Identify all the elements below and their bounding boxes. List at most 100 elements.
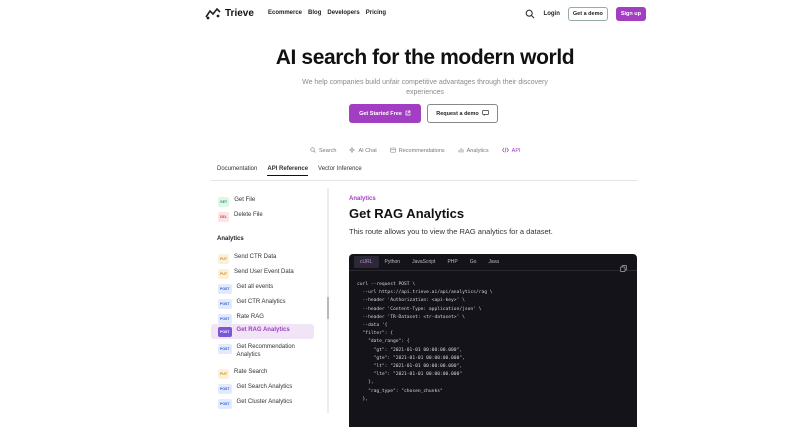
method-badge: POST [218,284,232,294]
sidebar-item-label: Get RAG Analytics [236,327,290,333]
method-badge: POST [218,344,232,354]
sidebar-item-get-cluster-analytics[interactable]: POST Get Cluster Analytics [211,396,314,411]
tab-vector-inference[interactable]: Vector Inference [318,166,362,176]
hero-subtitle: We help companies build unfair competiti… [302,79,548,96]
sidebar-item-send-user-event-data[interactable]: PUT Send User Event Data [211,266,314,281]
code-content[interactable]: curl --request POST \ --url https://api.… [349,271,637,414]
code-line: }, [357,396,369,402]
sidebar-item-label: Get Recommendation Analytics [236,344,295,358]
sidebar-section-analytics: Analytics [217,236,244,242]
sidebar-item-label: Get File [234,197,256,203]
copy-icon[interactable] [620,259,627,277]
code-tab-curl[interactable]: cURL [354,256,379,268]
sidebar-item-get-rag-analytics[interactable]: POST Get RAG Analytics [211,324,314,339]
nav-link-ecommerce[interactable]: Ecommerce [268,10,302,16]
get-started-label: Get Started Free [359,110,402,117]
method-badge: PUT [218,369,229,379]
code-tab-php[interactable]: PHP [441,256,463,268]
code-language-tabs: cURL Python JavaScript PHP Go Java [349,254,637,271]
box-icon [390,147,396,155]
sidebar-item-get-file[interactable]: GET Get File [211,194,314,209]
page-description: This route allows you to view the RAG an… [349,227,553,236]
chat-icon [481,109,489,118]
sidebar-item-label: Rate Search [234,369,268,375]
search-icon[interactable] [524,8,536,20]
code-line: "lt": "2021-01-01 00:00:00.000", [357,364,463,370]
api-sidebar: GET Get File DEL Delete File Analytics P… [211,188,331,427]
feature-tab-recommendations[interactable]: Recommendations [390,147,445,155]
sidebar-item-label: Rate RAG [236,314,264,320]
code-icon [501,147,509,155]
feature-tab-label: Analytics [466,148,489,154]
method-badge: POST [218,327,232,337]
feature-tab-search[interactable]: Search [310,147,336,155]
sidebar-item-get-recommendation-analytics[interactable]: POST Get Recommendation Analytics [211,341,311,361]
code-line: "rag_type": "chosen_chunks" [357,388,443,394]
code-line: --header 'Content-Type: application/json… [357,306,482,312]
code-line: curl --request POST \ [357,282,416,287]
sidebar-item-label: Get CTR Analytics [236,299,286,305]
method-badge: GET [218,197,230,207]
sidebar-item-send-ctr-data[interactable]: PUT Send CTR Data [211,251,314,266]
sidebar-item-label: Get Search Analytics [236,384,293,390]
chart-icon [458,147,464,155]
code-line: "lte": "2021-01-01 00:00:00.000" [357,372,463,378]
feature-tab-label: API [511,148,521,154]
tab-documentation[interactable]: Documentation [217,166,257,176]
code-line: "filter": { [357,331,393,337]
get-demo-button[interactable]: Get a demo [567,7,608,21]
trieve-logo-icon [205,7,221,20]
get-started-button[interactable]: Get Started Free [349,104,421,123]
code-tab-go[interactable]: Go [464,256,483,268]
feature-tab-label: Recommendations [398,148,445,154]
code-line: }, [357,380,374,386]
nav-links: Ecommerce Blog Developers Pricing [268,10,386,16]
nav-link-pricing[interactable]: Pricing [366,10,386,16]
nav-actions: Login Get a demo Sign up [524,7,646,21]
request-demo-label: Request a demo [436,110,479,117]
sidebar-item-label: Send User Event Data [234,269,294,275]
code-line: "gt": "2021-01-01 00:00:00.000", [357,347,463,353]
code-line: --header 'TR-Dataset: <tr-dataset>' \ [357,314,465,320]
sidebar-item-label: Get all events [236,284,274,290]
code-line: "gte": "2021-01-01 00:00:00.000", [357,355,465,361]
nav-link-blog[interactable]: Blog [308,10,321,16]
feature-tab-analytics[interactable]: Analytics [458,147,489,155]
top-nav: Trieve Ecommerce Blog Developers Pricing… [0,0,800,30]
code-line: --data '{ [357,323,388,329]
page-title: Get RAG Analytics [349,206,465,221]
code-tab-javascript[interactable]: JavaScript [406,256,441,268]
hero-title: AI search for the modern world [275,46,575,69]
sidebar-item-label: Get Cluster Analytics [236,399,293,405]
code-line: --header 'Authorization: <api-key>' \ [357,298,465,304]
main-content: Analytics Get RAG Analytics This route a… [349,196,637,236]
search-icon [310,147,316,155]
external-link-icon [405,110,411,118]
sparkle-icon [348,146,356,155]
divider [211,180,638,181]
sidebar-item-rate-search[interactable]: PUT Rate Search [211,366,314,381]
sidebar-item-delete-file[interactable]: DEL Delete File [211,209,314,224]
method-badge: POST [218,314,232,324]
request-demo-button[interactable]: Request a demo [427,104,498,123]
method-badge: PUT [218,269,229,279]
code-tab-python[interactable]: Python [379,256,407,268]
tab-api-reference[interactable]: API Reference [267,166,309,176]
cta-row: Get Started Free Request a demo [349,104,498,123]
login-link[interactable]: Login [544,11,560,17]
logo[interactable]: Trieve [205,7,254,20]
sidebar-scrollbar-thumb[interactable] [327,297,329,319]
feature-tab-api[interactable]: API [501,147,521,155]
sidebar-item-get-all-events[interactable]: POST Get all events [211,281,314,296]
breadcrumb[interactable]: Analytics [349,196,637,202]
method-badge: POST [218,384,232,394]
nav-link-developers[interactable]: Developers [327,10,359,16]
sidebar-item-get-ctr-analytics[interactable]: POST Get CTR Analytics [211,296,314,311]
feature-tab-label: Search [319,148,337,154]
code-tab-java[interactable]: Java [482,256,505,268]
sidebar-item-get-search-analytics[interactable]: POST Get Search Analytics [211,381,314,396]
signup-button[interactable]: Sign up [615,7,646,21]
feature-tab-ai-chat[interactable]: AI Chat [348,146,377,155]
method-badge: PUT [218,254,229,264]
method-badge: POST [218,399,232,409]
